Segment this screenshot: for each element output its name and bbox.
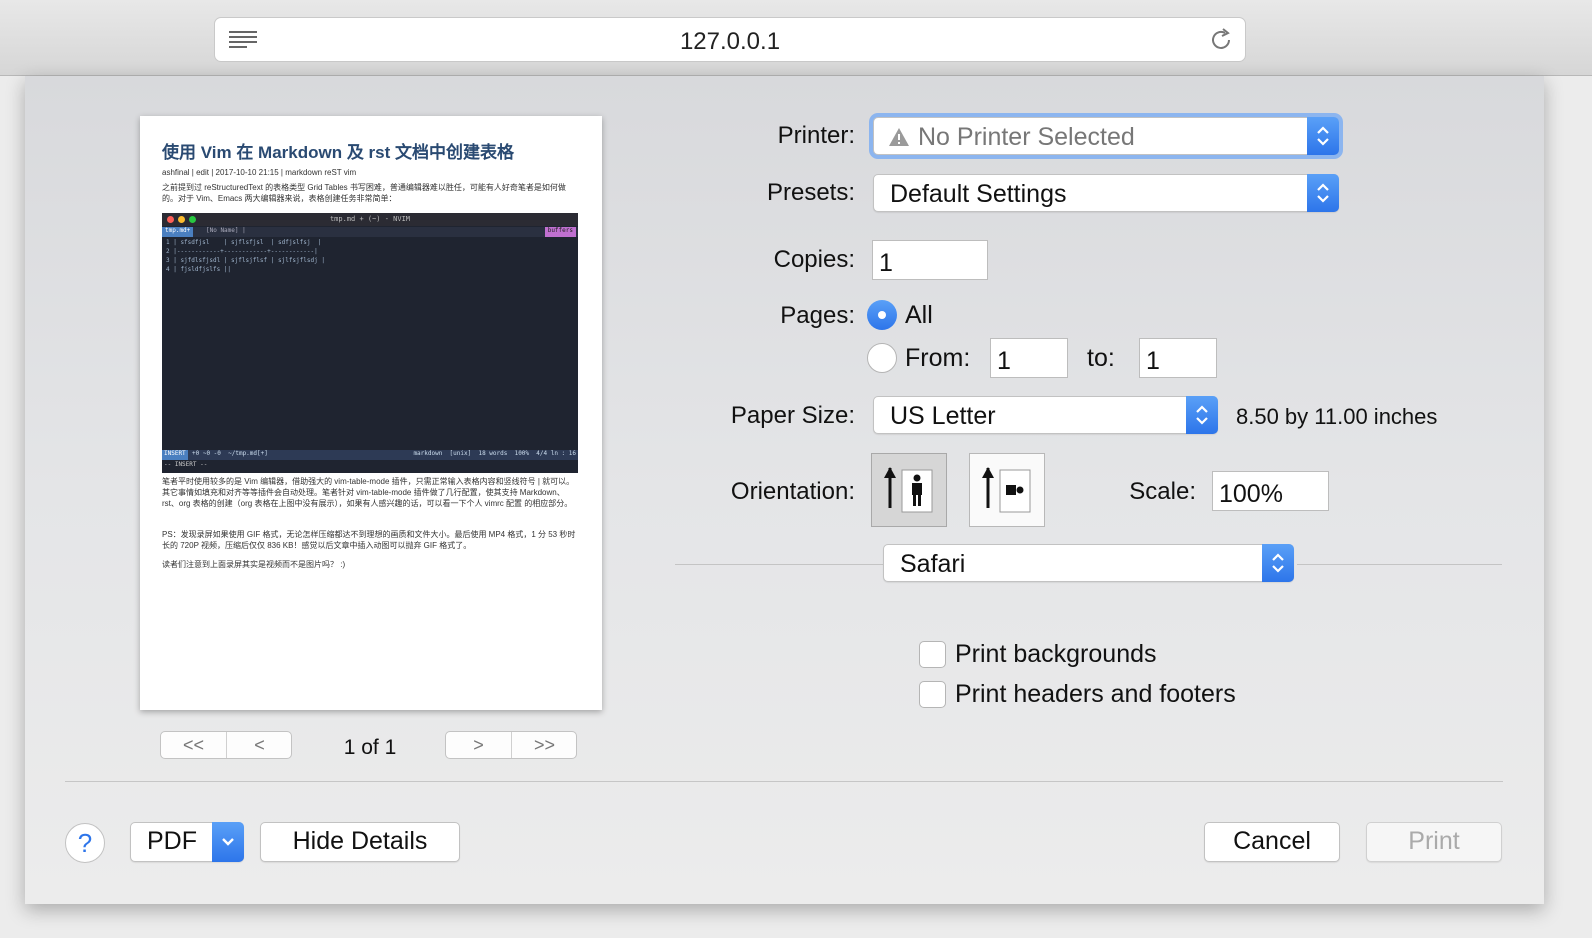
portrait-icon — [884, 467, 933, 513]
preview-title: 使用 Vim 在 Markdown 及 rst 文档中创建表格 — [162, 143, 515, 162]
address-bar[interactable]: 127.0.0.1 — [214, 17, 1246, 62]
terminal-titlebar: tmp.md + (~) - NVIM — [162, 213, 578, 226]
pages-all-label: All — [905, 301, 933, 329]
preview-paragraph: 读者们注意到上面录屏其实是视频而不是图片吗？ :) — [162, 560, 346, 569]
pdf-button-label: PDF — [147, 827, 197, 855]
divider — [675, 564, 883, 565]
print-backgrounds-label: Print backgrounds — [955, 640, 1157, 668]
paper-size-value: US Letter — [890, 402, 996, 430]
terminal-line: 1 | sfsdfjsl | sjflsfjsl | sdfjslfsj | — [166, 239, 322, 246]
browser-toolbar: 127.0.0.1 — [0, 0, 1592, 76]
pages-from-field[interactable]: 1 — [990, 338, 1068, 378]
copies-label: Copies: — [773, 246, 855, 273]
orientation-landscape-button[interactable] — [969, 453, 1045, 527]
pdf-menu-button[interactable]: PDF — [130, 822, 244, 862]
paper-size-select[interactable]: US Letter — [873, 396, 1218, 434]
preview-terminal-screenshot: tmp.md + (~) - NVIM tmp.md+ [No Name] | … — [162, 213, 578, 473]
presets-label: Presets: — [766, 179, 855, 206]
pages-from-label: From: — [905, 344, 971, 372]
pages-all-radio[interactable] — [867, 300, 897, 330]
status-file: +0 ~0 -0 ~/tmp.md[+] — [192, 450, 268, 457]
chevron-updown-icon — [1307, 117, 1339, 155]
last-page-button[interactable]: >> — [512, 732, 577, 758]
preview-paragraph: PS：发现录屏如果使用 GIF 格式，无论怎样压缩都达不到理想的画质和文件大小。… — [162, 530, 576, 550]
previous-page-button[interactable]: < — [227, 732, 292, 758]
terminal-statusline: INSERT +0 ~0 -0 ~/tmp.md[+] markdown [un… — [162, 450, 578, 460]
paper-size-label: Paper Size: — [730, 402, 855, 429]
page-nav-back: << < — [160, 731, 292, 759]
pages-to-field[interactable]: 1 — [1139, 338, 1217, 378]
print-backgrounds-checkbox[interactable] — [919, 641, 946, 668]
terminal-tab-active: tmp.md+ — [162, 227, 194, 237]
divider — [1297, 564, 1502, 565]
chevron-updown-icon — [1186, 396, 1218, 434]
chevron-updown-icon — [1307, 174, 1339, 212]
print-button[interactable]: Print — [1366, 822, 1502, 862]
preview-paragraph: 笔者平时使用较多的是 Vim 编辑器，借助强大的 vim-table-mode … — [162, 477, 575, 508]
print-headers-footers-checkbox[interactable] — [919, 681, 946, 708]
preview-paragraph: 之前提到过 reStructuredText 的表格类型 Grid Tables… — [162, 183, 566, 203]
page-nav-forward: > >> — [445, 731, 577, 759]
terminal-tabline: tmp.md+ [No Name] | buffers — [162, 227, 578, 237]
pages-from-radio[interactable] — [867, 343, 897, 373]
chevron-updown-icon — [1262, 544, 1294, 582]
copies-field[interactable]: 1 — [872, 240, 988, 280]
orientation-portrait-button[interactable] — [871, 453, 947, 527]
print-preview-page: 使用 Vim 在 Markdown 及 rst 文档中创建表格 ashfinal… — [140, 116, 602, 710]
preview-meta: ashfinal | edit | 2017-10-10 21:15 | mar… — [162, 168, 357, 177]
terminal-title: tmp.md + (~) - NVIM — [329, 215, 411, 223]
next-page-button[interactable]: > — [446, 732, 511, 758]
terminal-line: 4 | fjsldfjslfs || — [166, 266, 232, 273]
url-text: 127.0.0.1 — [679, 28, 781, 55]
printer-label: Printer: — [777, 122, 855, 149]
divider — [65, 781, 1503, 782]
orientation-label: Orientation: — [730, 478, 855, 505]
print-headers-footers-label: Print headers and footers — [955, 680, 1236, 708]
scale-label: Scale: — [1129, 478, 1196, 505]
reload-icon[interactable] — [1207, 26, 1235, 54]
printer-select[interactable]: No Printer Selected — [873, 117, 1339, 155]
landscape-icon — [982, 467, 1031, 513]
terminal-insert-line: -- INSERT -- — [164, 461, 208, 468]
terminal-buffers-label: buffers — [544, 227, 576, 237]
terminal-tab-other: [No Name] | — [206, 227, 246, 234]
cancel-button[interactable]: Cancel — [1204, 822, 1340, 862]
scale-field[interactable]: 100% — [1212, 471, 1329, 511]
terminal-line: 2 |------------+------------+-----------… — [166, 248, 318, 255]
printer-select-value: No Printer Selected — [918, 123, 1135, 151]
section-select-value: Safari — [900, 550, 966, 578]
help-button[interactable]: ? — [65, 823, 105, 863]
status-mode: INSERT — [162, 450, 188, 460]
terminal-line: 3 | sjfdlsfjsdl | sjflsjflsf | sjlfsjfls… — [166, 257, 325, 264]
hide-details-button[interactable]: Hide Details — [260, 822, 460, 862]
section-select[interactable]: Safari — [883, 544, 1294, 582]
first-page-button[interactable]: << — [161, 732, 226, 758]
chevron-down-icon — [212, 822, 244, 862]
presets-select[interactable]: Default Settings — [873, 174, 1339, 212]
print-dialog: 使用 Vim 在 Markdown 及 rst 文档中创建表格 ashfinal… — [25, 76, 1544, 904]
paper-dimensions: 8.50 by 11.00 inches — [1236, 404, 1438, 429]
pages-to-label: to: — [1087, 344, 1115, 372]
pages-label: Pages: — [780, 302, 855, 329]
warning-icon — [889, 128, 909, 146]
presets-select-value: Default Settings — [890, 180, 1067, 208]
status-info: markdown [unix] 18 words 100% 4/4 ln : 1… — [413, 450, 576, 457]
page-count-label: 1 of 1 — [343, 736, 397, 759]
